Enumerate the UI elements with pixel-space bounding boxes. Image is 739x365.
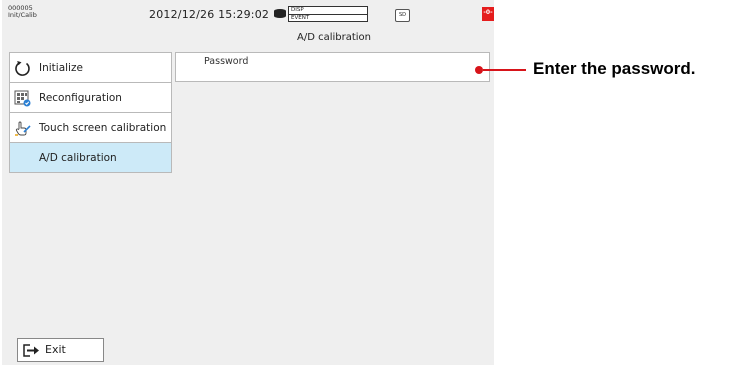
exit-button[interactable]: Exit	[17, 338, 104, 362]
disp-label: DISP	[291, 7, 304, 13]
password-label: Password	[204, 56, 249, 67]
page-title: A/D calibration	[296, 32, 371, 43]
init-calib-menu: Initialize Reconfiguration Touch screen …	[9, 52, 172, 173]
sd-card-icon: SD	[395, 9, 410, 22]
menu-item-label: Touch screen calibration	[39, 122, 167, 134]
menu-item-ad-calibration[interactable]: A/D calibration	[9, 143, 172, 173]
refresh-icon	[15, 61, 30, 76]
datetime: 2012/12/26 15:29:02	[149, 8, 270, 21]
password-field[interactable]: Password	[175, 52, 490, 82]
reconfiguration-icon	[14, 90, 31, 107]
alarm-icon[interactable]: -0-	[482, 7, 494, 21]
event-label: EVENT	[291, 15, 310, 21]
menu-item-initialize[interactable]: Initialize	[9, 52, 172, 83]
callout-line	[483, 69, 526, 71]
callout-dot	[475, 66, 483, 74]
device-screen: 000005 Init/Calib 2012/12/26 15:29:02 DI…	[2, 0, 494, 365]
exit-icon	[23, 344, 39, 357]
alarm-glyph: -0-	[483, 9, 493, 16]
menu-item-label: Initialize	[39, 62, 83, 74]
status-mode: Init/Calib	[8, 11, 37, 19]
disp-event-indicator: DISP EVENT	[288, 6, 368, 22]
menu-item-touch-screen-calibration[interactable]: Touch screen calibration	[9, 113, 172, 143]
memory-icon	[274, 9, 286, 18]
status-id: 000005 Init/Calib	[8, 5, 37, 19]
menu-item-reconfiguration[interactable]: Reconfiguration	[9, 83, 172, 113]
status-bar: 000005 Init/Calib 2012/12/26 15:29:02 DI…	[2, 0, 494, 26]
exit-label: Exit	[45, 343, 66, 356]
touch-calibration-icon	[15, 121, 31, 136]
menu-item-label: A/D calibration	[39, 152, 117, 164]
callout-text: Enter the password.	[533, 59, 696, 78]
menu-item-label: Reconfiguration	[39, 92, 122, 104]
